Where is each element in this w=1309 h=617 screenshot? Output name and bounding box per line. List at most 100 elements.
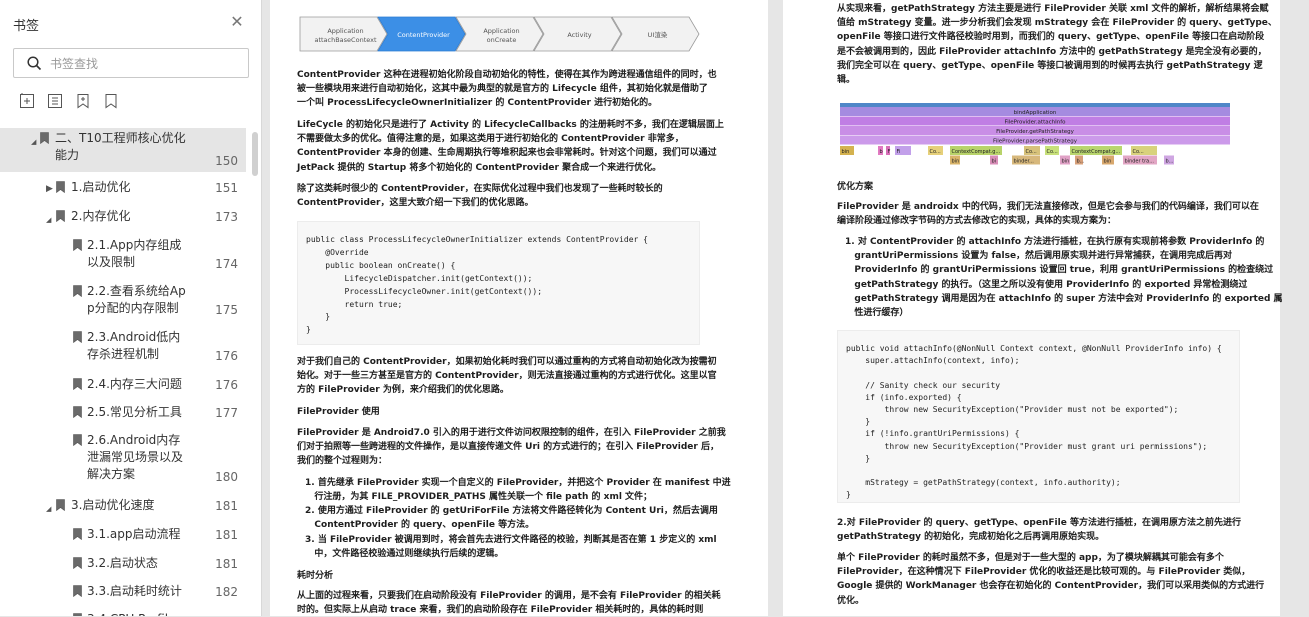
toc-page-number: 177 bbox=[215, 406, 238, 420]
flame-frame-label: binder... bbox=[1014, 159, 1035, 165]
trace-flame-chart: bindApplication FileProvider.attachInfo Fi… bbox=[840, 103, 1230, 165]
paragraph-line: 是不会被调用到的，因此 FileProvider attachInfo 方法中的… bbox=[837, 46, 1267, 57]
bookmark-icon bbox=[56, 210, 65, 222]
flame-frame-label: bin bbox=[952, 159, 960, 165]
toc-label-line: 3.启动优化速度 bbox=[71, 498, 155, 512]
bookmark-panel: 书签 ✕ ◢ 二、T10工程师核心优化能力 150 ▶ 1.启动优化 151 ◢ 2.内存优化… bbox=[0, 0, 262, 616]
paragraph-line: 一个叫 ProcessLifecycleOwnerInitializer 的 C… bbox=[297, 98, 658, 109]
toc-item[interactable]: 2.3.Android低内 存杀进程机制 176 bbox=[0, 327, 246, 367]
bookmark-search-box[interactable] bbox=[13, 48, 249, 78]
document-page-right: 从实现来看，getPathStrategy 方法主要是进行 FileProvid… bbox=[783, 0, 1283, 616]
expand-all-icon[interactable] bbox=[19, 93, 35, 109]
toc-item-label: 2.4.内存三大问题 bbox=[87, 376, 182, 393]
toc-item-label: 1.启动优化 bbox=[71, 179, 130, 196]
flow-step-label: Application bbox=[327, 27, 363, 35]
toc-label-line: 2.5.常见分析工具 bbox=[87, 405, 182, 419]
toc-item-label: 3.3.启动耗时统计 bbox=[87, 583, 182, 600]
document-page-left: Application attachBaseContext ContentProvi… bbox=[270, 0, 768, 616]
toc-item[interactable]: ◢ 二、T10工程师核心优化 能力 150 bbox=[0, 128, 246, 172]
toc-page-number: 173 bbox=[215, 210, 238, 224]
paragraph-line: FileProvider，在这种情况下 FileProvider 优化的收益还是… bbox=[837, 567, 1251, 578]
bookmark-icon bbox=[56, 181, 65, 193]
paragraph-line: JetPack 提供的 Startup 将多个初始化的 ContentProvi… bbox=[297, 162, 662, 173]
flame-frame-label: Co... bbox=[1133, 149, 1145, 155]
toc-page-number: 181 bbox=[215, 557, 238, 571]
paragraph-line: getPathStrategy 的初始化，完成初始化之后再调用原始实现。 bbox=[837, 532, 1105, 543]
toc-label-line: 3.2.启动状态 bbox=[87, 556, 158, 570]
close-icon[interactable]: ✕ bbox=[229, 14, 245, 30]
flame-frame-label: binder tra... bbox=[1125, 159, 1155, 165]
toc-item[interactable]: 3.3.启动耗时统计 182 bbox=[0, 581, 246, 603]
toc-label-line: 2.1.App内存组成 bbox=[87, 238, 182, 252]
bookmark-icon bbox=[73, 378, 82, 390]
code-line: throw new SecurityException("Provider mu… bbox=[846, 441, 1208, 451]
bookmark-icon bbox=[73, 434, 82, 446]
toc-label-line: 2.3.Android低内 bbox=[87, 330, 181, 344]
toc-page-number: 176 bbox=[215, 349, 238, 363]
code-block: public void attachInfo(@NonNull Context … bbox=[837, 330, 1240, 503]
toc-item[interactable]: 2.5.常见分析工具 177 bbox=[0, 402, 246, 424]
toc-item[interactable]: 2.2.查看系统给Ap p分配的内存限制 175 bbox=[0, 281, 246, 321]
paragraph-line: FileProvider 是 Android7.0 引入的用于进行文件访问权限控… bbox=[297, 428, 726, 438]
toc-item[interactable]: 2.6.Android内存 泄漏常见场景以及 解决方案 180 bbox=[0, 430, 246, 488]
add-bookmark-icon[interactable] bbox=[75, 93, 91, 109]
toc-item-label: 二、T10工程师核心优化 能力 bbox=[55, 130, 186, 164]
list-item-line: ContentProvider 的 query、openFile 等方法。 bbox=[305, 520, 535, 531]
bookmark-icon bbox=[73, 331, 82, 343]
collapse-arrow-icon[interactable]: ◢ bbox=[31, 134, 36, 151]
bookmark-icon bbox=[56, 499, 65, 511]
toc-item[interactable]: 2.1.App内存组成 以及限制 174 bbox=[0, 235, 246, 275]
code-line: } bbox=[306, 325, 311, 335]
toc-label-line: 2.内存优化 bbox=[71, 209, 131, 223]
scrollbar[interactable] bbox=[252, 132, 258, 176]
toc-item[interactable]: 2.4.内存三大问题 176 bbox=[0, 374, 246, 396]
toc-label-line: 2.6.Android内存 bbox=[87, 433, 181, 447]
toc-label-line: 2.4.内存三大问题 bbox=[87, 377, 182, 391]
toc-item-label: 3.1.app启动流程 bbox=[87, 526, 181, 543]
toc-item[interactable]: ▶ 1.启动优化 151 bbox=[0, 177, 246, 199]
flame-frame-label: bi bbox=[992, 159, 997, 165]
search-input[interactable] bbox=[50, 54, 240, 74]
toc-item[interactable]: 3.1.app启动流程 181 bbox=[0, 524, 246, 546]
paragraph-line: 2.对 FileProvider 的 query、getType、openFil… bbox=[837, 518, 1241, 528]
section-heading: 优化方案 bbox=[837, 182, 874, 192]
paragraph-line: ContentProvider 本身的创建、生命周期执行等堆积起来也会非常耗时。… bbox=[297, 148, 717, 159]
code-line: return true; bbox=[306, 299, 403, 309]
code-line: throw new SecurityException("Provider mu… bbox=[846, 405, 1179, 414]
flame-frame-label: b bbox=[880, 149, 883, 155]
bookmark-icon[interactable] bbox=[103, 93, 119, 109]
paragraph-line: FileProvider 是 androidx 中的代码，我们无法直接修改，但是… bbox=[837, 202, 1259, 212]
toc-page-number: 174 bbox=[215, 257, 238, 271]
section-heading: FileProvider 使用 bbox=[297, 407, 380, 417]
code-line: if (!info.grantUriPermissions) { bbox=[846, 429, 1020, 439]
toc-item-label: 2.5.常见分析工具 bbox=[87, 404, 182, 421]
toc-item[interactable]: 3.2.启动状态 181 bbox=[0, 553, 246, 575]
flame-frame-label: bin bbox=[842, 149, 850, 155]
toc-item[interactable]: ◢ 2.内存优化 173 bbox=[0, 206, 246, 228]
toc-item-label: 2.内存优化 bbox=[71, 208, 130, 225]
toc-item[interactable]: 3.4.CPU Profile bbox=[0, 609, 246, 616]
paragraph-line: 我们完全可以在 query、getType、openFile 等接口被调用到的时… bbox=[837, 60, 1263, 71]
paragraph-line: 不需要做太多的优化。值得注意的是，如果这类用于进行初始化的 ContentPro… bbox=[297, 134, 684, 145]
toc-item[interactable]: ◢ 3.启动优化速度 181 bbox=[0, 495, 246, 517]
toc-page-number: 180 bbox=[215, 470, 238, 484]
code-line: super.attachInfo(context, info); bbox=[846, 356, 1020, 366]
flow-step-label: Activity bbox=[567, 31, 591, 39]
search-icon bbox=[27, 56, 42, 71]
toc-page-number: 181 bbox=[215, 528, 238, 542]
collapse-all-icon[interactable] bbox=[47, 93, 63, 109]
collapse-arrow-icon[interactable]: ◢ bbox=[46, 501, 51, 518]
list-item-line: grantUriPermissions 设置为 false，然后调用原实现并进行… bbox=[845, 251, 1233, 262]
code-line: public boolean onCreate() { bbox=[306, 260, 456, 270]
code-line: if (info.exported) { bbox=[846, 392, 962, 402]
paragraph-line: LifeCycle 的初始化只是进行了 Activity 的 Lifecycle… bbox=[297, 120, 724, 130]
code-line: } bbox=[306, 312, 331, 322]
expand-arrow-icon[interactable]: ▶ bbox=[46, 181, 53, 198]
bookmark-icon bbox=[73, 406, 82, 418]
toc-label-line: 3.1.app启动流程 bbox=[87, 527, 181, 541]
paragraph-line: 编译阶段通过修改字节码的方式去修改它的实现，具体的实现方案为： bbox=[837, 216, 1117, 227]
collapse-arrow-icon[interactable]: ◢ bbox=[46, 212, 51, 229]
toc-page-number: 150 bbox=[215, 154, 238, 168]
bookmark-icon bbox=[40, 132, 49, 144]
code-line: @Override bbox=[306, 247, 369, 257]
